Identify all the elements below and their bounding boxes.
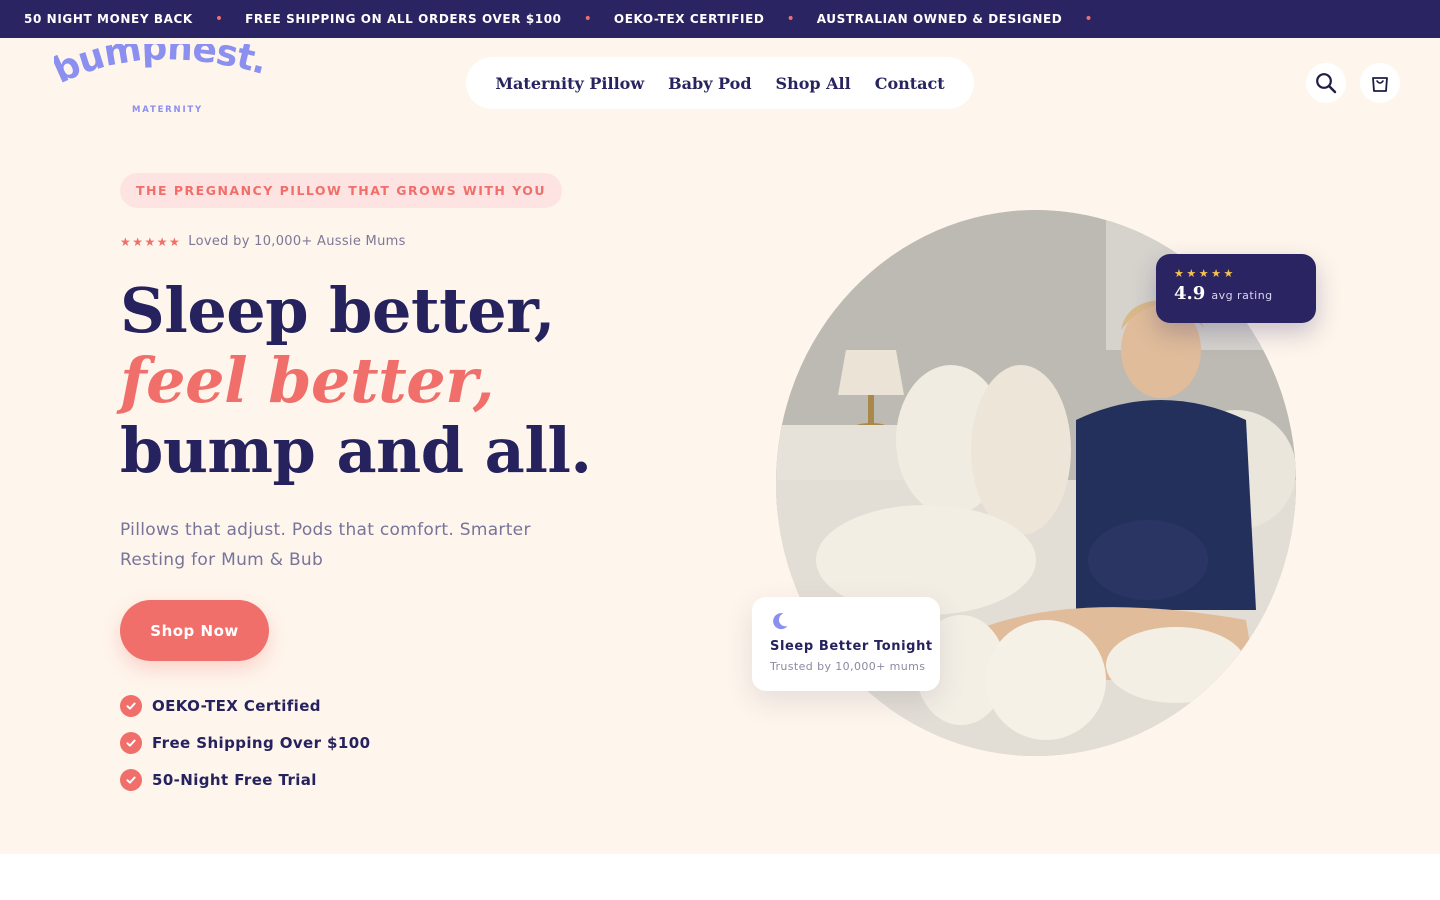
announcement-separator: • [583,11,592,27]
rating-label: avg rating [1211,289,1273,302]
social-proof-text: Loved by 10,000+ Aussie Mums [188,234,406,249]
logo-subtitle: MATERNITY [132,105,203,115]
check-icon [120,732,142,754]
check-icon [120,769,142,791]
star-rating-icon: ★★★★★ [120,234,182,249]
feature-list: OEKO-TEX Certified Free Shipping Over $1… [120,694,370,805]
search-button[interactable] [1306,63,1346,103]
announcement-item: AUSTRALIAN OWNED & DESIGNED [816,12,1063,26]
feature-item: Free Shipping Over $100 [120,731,370,755]
nav-maternity-pillow[interactable]: Maternity Pillow [495,74,644,93]
hero-eyebrow-badge: THE PREGNANCY PILLOW THAT GROWS WITH YOU [120,173,563,208]
shop-now-button[interactable]: Shop Now [120,600,269,661]
rating-card: ★★★★★ 4.9 avg rating [1156,254,1316,323]
svg-text:bumpnest.: bumpnest. [54,44,271,92]
social-proof: ★★★★★ Loved by 10,000+ Aussie Mums [120,234,406,249]
nav-baby-pod[interactable]: Baby Pod [668,74,751,93]
sleep-card-title: Sleep Better Tonight [770,639,933,654]
rating-stars-icon: ★★★★★ [1174,267,1236,280]
hero-subheading: Pillows that adjust. Pods that comfort. … [120,520,531,570]
headline-part-1: Sleep better, [120,274,555,347]
logo-text: bumpnest. [54,44,272,92]
announcement-separator: • [214,11,224,27]
announcement-item: 50 NIGHT MONEY BACK [24,12,193,26]
feature-label: OEKO-TEX Certified [152,697,321,715]
announcement-separator: • [1084,11,1093,27]
cart-icon [1372,77,1388,92]
headline-part-2: bump and all. [120,414,592,487]
cart-button[interactable] [1360,63,1400,103]
hero-headline: Sleep better, feel better, bump and all. [120,276,680,486]
feature-item: 50-Night Free Trial [120,768,370,792]
headline-accent: feel better, [120,344,494,417]
feature-label: 50-Night Free Trial [152,771,317,789]
announcement-item: FREE SHIPPING ON ALL ORDERS OVER $100 [245,12,562,26]
announcement-separator: • [786,11,795,27]
main-nav: Maternity Pillow Baby Pod Shop All Conta… [466,57,974,109]
sleep-card-subtitle: Trusted by 10,000+ mums [770,660,926,673]
feature-item: OEKO-TEX Certified [120,694,370,718]
announcement-bar: 50 NIGHT MONEY BACK • FREE SHIPPING ON A… [0,0,1440,38]
sleep-better-card: Sleep Better Tonight Trusted by 10,000+ … [752,597,940,691]
check-icon [120,695,142,717]
rating-value: 4.9 [1174,283,1206,304]
nav-shop-all[interactable]: Shop All [776,74,851,93]
feature-label: Free Shipping Over $100 [152,734,371,752]
announcement-item: OEKO-TEX CERTIFIED [613,12,765,26]
nav-contact[interactable]: Contact [875,74,945,93]
logo-wordmark: bumpnest. [54,44,272,92]
brand-logo[interactable]: bumpnest. MATERNITY [54,44,279,120]
moon-icon [773,613,788,630]
search-icon [1316,73,1337,94]
